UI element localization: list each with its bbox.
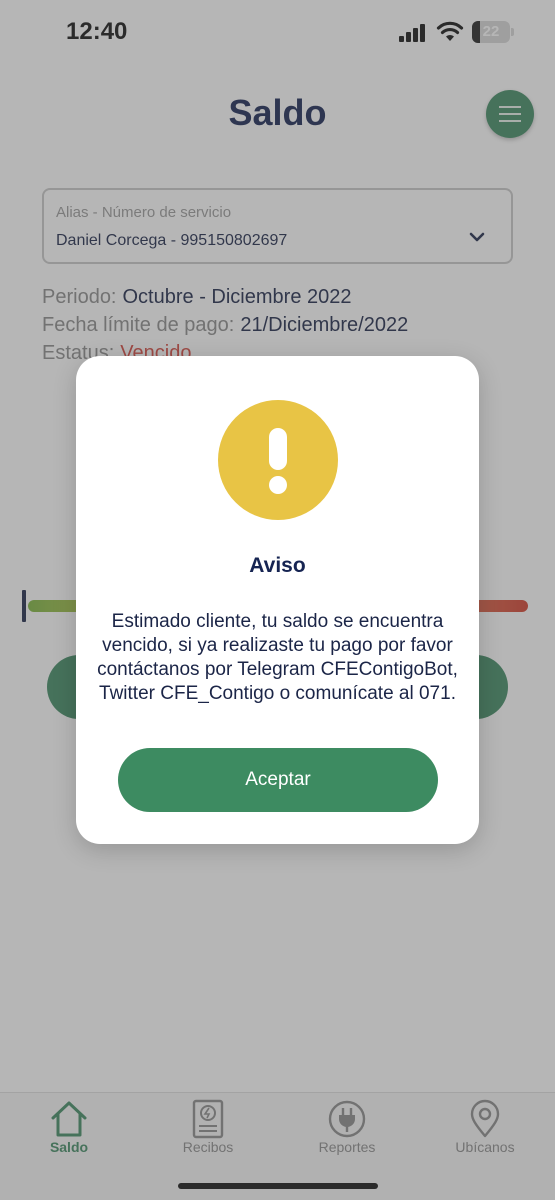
warning-icon [218, 400, 338, 520]
app-screen: 12:40 22 Saldo Alias - Número de servici… [0, 0, 555, 1200]
dialog-title: Aviso [249, 554, 306, 577]
alert-dialog: Aviso Estimado cliente, tu saldo se encu… [76, 356, 479, 844]
dialog-message: Estimado cliente, tu saldo se encuentra … [97, 611, 458, 704]
accept-button[interactable]: Aceptar [118, 748, 438, 812]
